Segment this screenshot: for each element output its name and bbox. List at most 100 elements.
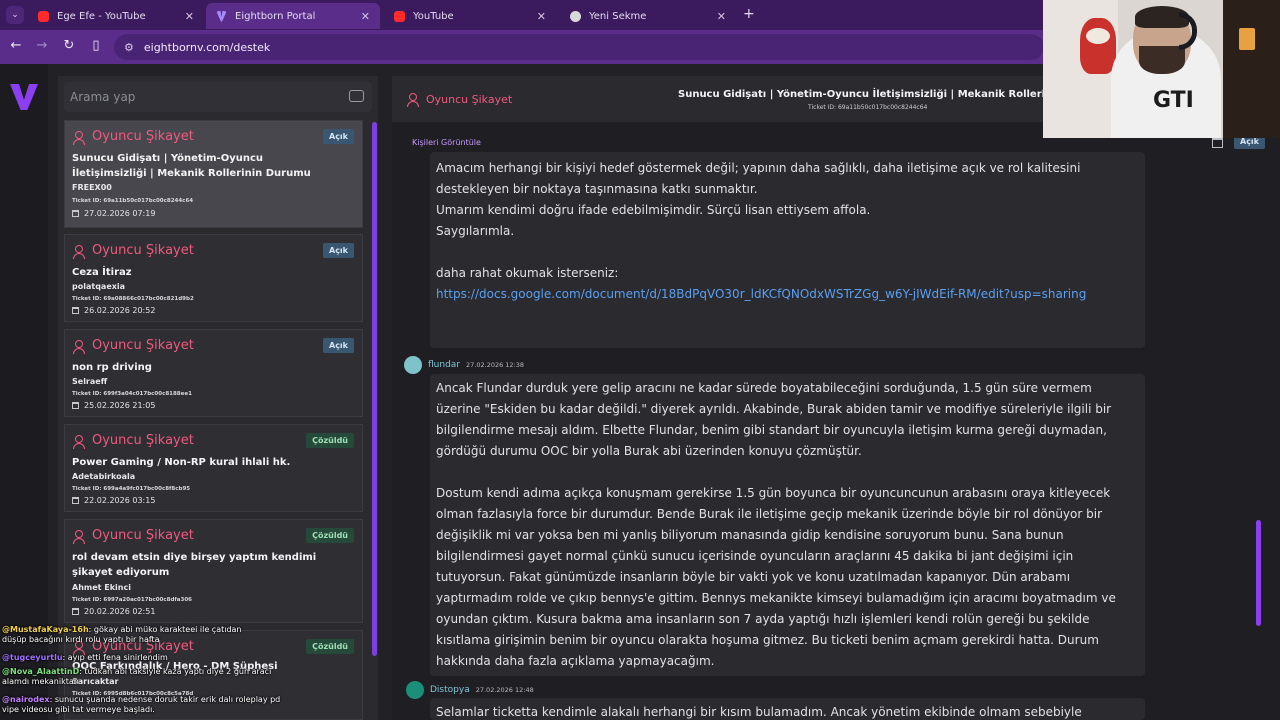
close-icon[interactable]: ✕ bbox=[537, 10, 546, 23]
url-text: eightbornv.com/destek bbox=[143, 40, 271, 54]
message-text: Ancak Flundar durduk yere gelip aracını … bbox=[436, 381, 1112, 458]
ticket-id: Ticket ID: 69a08866c017bc00c821d9b2 bbox=[72, 296, 194, 302]
ticket-subject: Power Gaming / Non-RP kural ihlali hk. bbox=[72, 457, 291, 468]
calendar-icon bbox=[72, 497, 79, 504]
eightborn-logo-icon[interactable] bbox=[10, 84, 38, 110]
ticket-card[interactable]: Oyuncu Şikayet Açık Sunucu Gidişatı | Yö… bbox=[64, 120, 363, 228]
close-icon[interactable]: ✕ bbox=[717, 10, 726, 23]
ticket-category: Oyuncu Şikayet bbox=[72, 338, 194, 354]
status-badge: Açık bbox=[323, 243, 354, 258]
split-view-icon[interactable]: ▯ bbox=[87, 38, 105, 53]
message-text: Dostum kendi adıma açıkça konuşmam gerek… bbox=[436, 486, 1116, 668]
search-input[interactable]: Arama yap bbox=[64, 82, 372, 112]
site-settings-icon[interactable]: ⚙ bbox=[124, 41, 134, 54]
ticket-user: polatqaexia bbox=[72, 282, 126, 291]
ticket-category: Oyuncu Şikayet bbox=[72, 528, 194, 544]
person-alert-icon bbox=[72, 529, 86, 544]
avatar[interactable] bbox=[404, 356, 422, 374]
tab-title: Ege Efe - YouTube bbox=[57, 10, 146, 22]
new-tab-plus-icon[interactable]: + bbox=[743, 6, 755, 22]
ticket-category: Oyuncu Şikayet bbox=[406, 92, 512, 107]
chat-message: @Nova_AlaattinD: tudkan abi taksiyle kaz… bbox=[2, 667, 272, 686]
person-alert-icon bbox=[72, 339, 86, 354]
ticket-user: Adetabirkoala bbox=[72, 472, 136, 481]
ticket-date: 22.02.2026 03:15 bbox=[84, 496, 156, 505]
author-name[interactable]: flundar bbox=[428, 360, 460, 370]
person-alert-icon bbox=[72, 244, 86, 259]
url-bar[interactable]: ⚙ eightbornv.com/destek bbox=[114, 34, 1044, 60]
message-time: 27.02.2026 12:48 bbox=[475, 686, 534, 694]
tab-ege-efe[interactable]: Ege Efe - YouTube ✕ bbox=[28, 3, 204, 29]
shirt-print: GTI bbox=[1153, 88, 1194, 113]
tab-title: Yeni Sekme bbox=[589, 10, 647, 22]
message-bubble: Selamlar ticketta kendimle alakalı herha… bbox=[430, 698, 1145, 720]
chat-message: @tugceyurtlu: ayıp etti fena sinirlendim bbox=[2, 653, 168, 662]
tab-search-chevron-icon[interactable]: ⌄ bbox=[6, 6, 24, 24]
document-link[interactable]: https://docs.google.com/document/d/18BdP… bbox=[436, 284, 1139, 305]
ticket-date: 25.02.2026 21:05 bbox=[84, 401, 156, 410]
person-alert-icon bbox=[72, 434, 86, 449]
ticket-category: Oyuncu Şikayet bbox=[72, 129, 194, 145]
back-arrow-icon[interactable]: ← bbox=[7, 38, 25, 53]
ticket-id: Ticket ID: 69a11b50c017bc00c8244c64 bbox=[72, 198, 194, 204]
calendar-icon[interactable] bbox=[1212, 138, 1223, 148]
ticket-detail-scrollbar[interactable] bbox=[1256, 520, 1261, 626]
eightborn-icon bbox=[216, 10, 227, 22]
person-alert-icon bbox=[406, 92, 420, 107]
ticket-card[interactable]: Oyuncu Şikayet Açık Ceza İtiraz polatqae… bbox=[64, 234, 363, 322]
ticket-card[interactable]: Oyuncu Şikayet Çözüldü Power Gaming / No… bbox=[64, 424, 363, 512]
ticket-id: Ticket ID: 69a11b50c017bc00c8244c64 bbox=[808, 104, 928, 111]
status-badge: Çözüldü bbox=[306, 528, 354, 543]
ticket-date: 27.02.2026 07:19 bbox=[84, 209, 156, 218]
close-icon[interactable]: ✕ bbox=[361, 10, 370, 23]
message-author: Distopya 27.02.2026 12:48 bbox=[406, 681, 534, 699]
calendar-icon bbox=[72, 210, 79, 217]
message-text: Saygılarımla. bbox=[436, 224, 515, 238]
author-name[interactable]: Distopya bbox=[430, 685, 470, 695]
message-bubble: Ancak Flundar durduk yere gelip aracını … bbox=[430, 374, 1145, 676]
status-badge: Çözüldü bbox=[306, 639, 354, 654]
ticket-subject: non rp driving bbox=[72, 362, 152, 373]
view-people-button[interactable]: Kişileri Görüntüle bbox=[412, 138, 481, 147]
youtube-icon bbox=[394, 10, 405, 22]
person-alert-icon bbox=[72, 130, 86, 145]
keyboard-icon[interactable] bbox=[349, 90, 364, 102]
ticket-id: Ticket ID: 699f3a04c017bc00c8188ee1 bbox=[72, 391, 192, 397]
ticket-list-scrollbar[interactable] bbox=[372, 122, 377, 656]
tab-youtube[interactable]: YouTube ✕ bbox=[384, 3, 556, 29]
status-badge: Çözüldü bbox=[306, 433, 354, 448]
youtube-icon bbox=[38, 10, 49, 22]
ticket-category: Oyuncu Şikayet bbox=[72, 433, 194, 449]
message-text: Umarım kendimi doğru ifade edebilmişimdi… bbox=[436, 203, 871, 217]
avatar[interactable] bbox=[406, 681, 424, 699]
forward-arrow-icon[interactable]: → bbox=[33, 38, 51, 53]
webcam-overlay: GTI bbox=[1043, 0, 1280, 138]
ticket-subject: Sunucu Gidişatı | Yönetim-Oyuncu İletişi… bbox=[72, 153, 311, 179]
ticket-user: FREEX00 bbox=[72, 183, 112, 192]
calendar-icon bbox=[72, 307, 79, 314]
message-author: flundar 27.02.2026 12:38 bbox=[404, 356, 524, 374]
message-bubble: Amacım herhangi bir kişiyi hedef gösterm… bbox=[430, 152, 1145, 348]
ticket-id: Ticket ID: 699a4a9fc017bc00c8f8cb95 bbox=[72, 486, 191, 492]
chat-message: @MustafaKaya-16h: gökay abi müko karakte… bbox=[2, 625, 242, 644]
status-badge: Açık bbox=[323, 129, 354, 144]
chrome-icon bbox=[570, 10, 581, 22]
ticket-card[interactable]: Oyuncu Şikayet Açık non rp driving Selra… bbox=[64, 329, 363, 417]
tab-yeni-sekme[interactable]: Yeni Sekme ✕ bbox=[560, 3, 736, 29]
calendar-icon bbox=[72, 402, 79, 409]
search-placeholder: Arama yap bbox=[70, 90, 136, 104]
reload-icon[interactable]: ↻ bbox=[60, 38, 78, 53]
ticket-category: Oyuncu Şikayet bbox=[72, 243, 194, 259]
ticket-subject: Ceza İtiraz bbox=[72, 267, 132, 278]
tab-title: Eightborn Portal bbox=[235, 10, 316, 22]
message-text: Amacım herhangi bir kişiyi hedef gösterm… bbox=[436, 161, 1081, 196]
close-icon[interactable]: ✕ bbox=[185, 10, 194, 23]
ticket-user: Selraeff bbox=[72, 377, 108, 386]
message-time: 27.02.2026 12:38 bbox=[466, 361, 525, 369]
ticket-date: 26.02.2026 20:52 bbox=[84, 306, 156, 315]
tab-title: YouTube bbox=[413, 10, 454, 22]
chat-message: @nairodex: sunucu şuanda nedense doruk t… bbox=[2, 695, 281, 714]
tab-eightborn-portal[interactable]: Eightborn Portal ✕ bbox=[206, 3, 380, 29]
